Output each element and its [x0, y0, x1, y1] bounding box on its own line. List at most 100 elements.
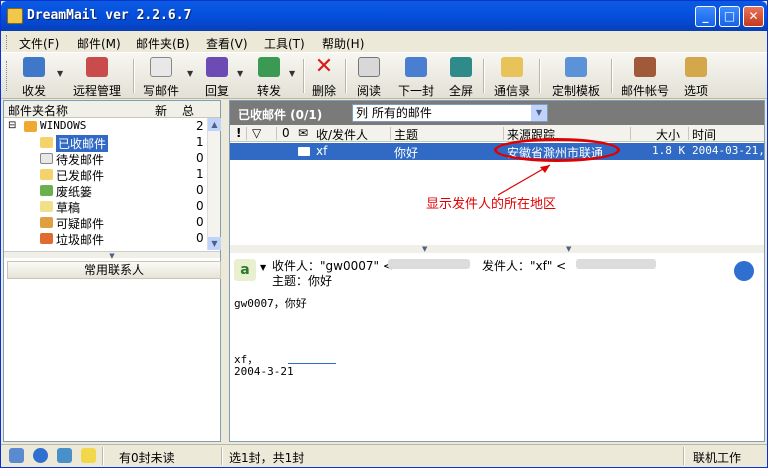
annotation-text: 显示发件人的所在地区	[426, 197, 557, 212]
column-subject[interactable]: 主题	[394, 126, 418, 143]
folder-junk[interactable]: 垃圾邮件 0	[4, 231, 207, 247]
toolbar-separator	[345, 59, 347, 93]
preview-splitter[interactable]: ▼ ▼	[230, 245, 764, 253]
chevron-down-icon[interactable]: ▼	[289, 69, 295, 78]
folder-scrollbar[interactable]: ▲ ▼	[207, 118, 221, 250]
folder-count: 0	[196, 183, 204, 197]
browser-icon[interactable]	[734, 261, 754, 281]
status-note-icon[interactable]	[81, 448, 96, 463]
status-divider	[221, 447, 223, 465]
scroll-up-icon[interactable]: ▲	[208, 118, 221, 131]
read-button[interactable]: 阅读	[351, 55, 387, 98]
status-browser-icon[interactable]	[57, 448, 72, 463]
address-book-label: 通信录	[493, 84, 530, 98]
account-button[interactable]: 邮件帐号	[619, 55, 671, 98]
remote-manage-label: 远程管理	[72, 84, 121, 98]
folder-label: 已发邮件	[56, 169, 105, 183]
fullscreen-icon	[450, 57, 472, 77]
menu-view[interactable]: 查看(V)	[206, 35, 248, 52]
chevron-down-icon[interactable]: ▼	[237, 69, 243, 78]
column-divider[interactable]	[503, 127, 504, 140]
encoding-icon[interactable]: a	[234, 259, 256, 281]
next-button[interactable]: 下一封	[395, 55, 437, 98]
compose-button[interactable]: 写邮件 ▼	[139, 55, 193, 98]
menu-file[interactable]: 文件(F)	[19, 35, 59, 52]
contacts-bar[interactable]: 常用联系人	[7, 261, 221, 279]
next-icon	[405, 57, 427, 77]
address-book-button[interactable]: 通信录	[491, 55, 533, 98]
envelope-icon	[298, 147, 310, 156]
options-button[interactable]: 选项	[679, 55, 713, 98]
folder-name-column[interactable]: 邮件夹名称	[8, 102, 68, 119]
folder-total-column[interactable]: 总	[182, 102, 194, 119]
column-divider[interactable]	[688, 127, 689, 140]
column-time[interactable]: 时间	[692, 126, 716, 143]
scroll-down-icon[interactable]: ▼	[208, 237, 221, 250]
column-size[interactable]: 大小	[656, 126, 680, 143]
folder-trash[interactable]: 废纸篓 0	[4, 183, 207, 199]
folder-splitter[interactable]: ▼	[4, 251, 220, 260]
folder-new-column[interactable]: 新	[155, 102, 167, 119]
folder-inbox[interactable]: 已收邮件 1	[4, 135, 207, 152]
forward-label: 转发	[256, 84, 281, 98]
folder-sent[interactable]: 已发邮件 1	[4, 167, 207, 183]
menu-bar: 文件(F) 邮件(M) 邮件夹(B) 查看(V) 工具(T) 帮助(H)	[1, 31, 767, 53]
column-from[interactable]: 收/发件人	[316, 126, 368, 143]
folder-suspicious[interactable]: 可疑邮件 0	[4, 215, 207, 231]
forward-button[interactable]: 转发 ▼	[249, 55, 295, 98]
column-divider[interactable]	[276, 127, 277, 140]
next-label: 下一封	[397, 84, 434, 98]
menu-mail[interactable]: 邮件(M)	[77, 35, 121, 52]
column-mark[interactable]: ▽	[252, 126, 261, 140]
app-icon	[7, 8, 23, 24]
title-bar[interactable]: DreamMail ver 2.2.6.7 _ □ ✕	[1, 1, 767, 31]
chevron-down-icon[interactable]: ▼	[531, 105, 547, 121]
folder-root-windows[interactable]: ⊟ WINDOWS 2	[4, 119, 207, 135]
column-divider[interactable]	[390, 127, 391, 140]
fullscreen-button[interactable]: 全屏	[445, 55, 477, 98]
menu-folder[interactable]: 邮件夹(B)	[136, 35, 190, 52]
folder-label: 废纸篓	[56, 185, 93, 199]
menu-help[interactable]: 帮助(H)	[322, 35, 364, 52]
account-folder-icon	[24, 121, 37, 132]
minimize-button[interactable]: _	[695, 6, 716, 27]
status-network-icon[interactable]	[33, 448, 48, 463]
options-label: 选项	[683, 84, 708, 98]
filter-value: 列 所有的邮件	[356, 106, 432, 120]
menu-grip[interactable]	[6, 35, 9, 49]
close-button[interactable]: ✕	[743, 6, 764, 27]
status-mail-icon[interactable]	[9, 448, 24, 463]
status-unread: 有0封未读	[119, 451, 175, 465]
chevron-down-icon[interactable]: ▼	[187, 69, 193, 78]
mail-column-header: ! ▽ 0 ✉ 收/发件人 主题 来源跟踪 大小 时间	[230, 125, 764, 142]
column-divider[interactable]	[246, 127, 247, 140]
preview-header: a ▼ 收件人："gw0007" < 发件人："xf" < 主题：你好	[230, 253, 764, 291]
filter-select[interactable]: 列 所有的邮件 ▼	[352, 104, 548, 122]
chevron-down-icon[interactable]: ▼	[260, 263, 266, 272]
body-line: 2004-3-21	[234, 365, 294, 378]
forward-icon	[258, 57, 280, 77]
send-receive-button[interactable]: 收发 ▼	[11, 55, 63, 98]
preview-subject: 主题：你好	[272, 274, 333, 288]
column-attachment[interactable]: 0	[282, 126, 290, 140]
toolbar-separator	[539, 59, 541, 93]
template-button[interactable]: 定制模板	[549, 55, 603, 98]
toolbar-grip[interactable]	[6, 61, 9, 91]
maximize-button[interactable]: □	[719, 6, 740, 27]
folder-count: 0	[196, 215, 204, 229]
menu-tools[interactable]: 工具(T)	[264, 35, 305, 52]
column-priority[interactable]: !	[236, 126, 241, 140]
junk-icon	[40, 233, 53, 244]
reply-button[interactable]: 回复 ▼	[197, 55, 243, 98]
remote-manage-button[interactable]: 远程管理	[67, 55, 127, 98]
folder-outbox[interactable]: 待发邮件 0	[4, 151, 207, 167]
chevron-down-icon[interactable]: ▼	[57, 69, 63, 78]
folder-drafts[interactable]: 草稿 0	[4, 199, 207, 215]
folder-label: 可疑邮件	[56, 217, 105, 231]
compose-label: 写邮件	[142, 84, 179, 98]
status-bar: 有0封未读 选1封，共1封 联机工作	[1, 444, 767, 467]
column-divider[interactable]	[630, 127, 631, 140]
delete-button[interactable]: ✕ 删除	[307, 55, 341, 99]
expand-icon[interactable]: ⊟	[8, 120, 16, 131]
column-read-status[interactable]: ✉	[298, 126, 308, 140]
